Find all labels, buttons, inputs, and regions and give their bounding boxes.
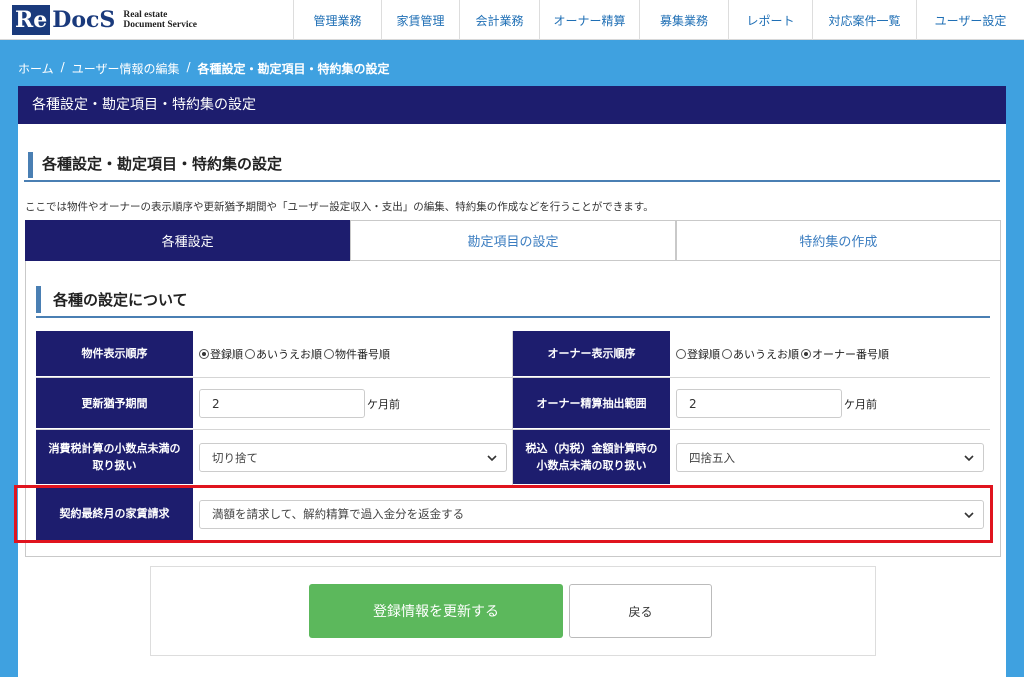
radio-dot[interactable] [245, 349, 255, 359]
tab-accounts[interactable]: 勘定項目の設定 [350, 220, 676, 261]
section-title-text: 各種設定・勘定項目・特約集の設定 [42, 155, 283, 173]
logo-tagline: Real estate Document Service [123, 10, 197, 30]
owner-extract-input[interactable]: 2 [676, 389, 842, 418]
radio-dot[interactable] [199, 349, 209, 359]
final-month-select[interactable]: 満額を請求して、解約精算で過入金分を返金する [199, 499, 984, 529]
chevron-down-icon [487, 455, 497, 462]
chevron-down-icon [964, 455, 974, 462]
final-month-label: 契約最終月の家賃請求 [36, 486, 193, 542]
tax-decimal-cell: 切り捨て [193, 430, 513, 485]
tab-body: 各種の設定について 物件表示順序 登録順 あいうえお順 物件番号順 オーナー表示… [25, 261, 1001, 557]
property-order-label: 物件表示順序 [36, 331, 193, 377]
radio-label: オーナー番号順 [812, 348, 889, 361]
radio-property-number[interactable]: 物件番号順 [324, 346, 390, 362]
nav-management[interactable]: 管理業務 [293, 0, 381, 40]
inclusive-decimal-label-1: 税込（内税）金額計算時の [525, 442, 658, 455]
final-month-value: 満額を請求して、解約精算で過入金分を返金する [212, 507, 465, 521]
nav-owner-settlement[interactable]: オーナー精算 [539, 0, 639, 40]
owner-extract-unit: ケ月前 [844, 397, 877, 411]
nav-report[interactable]: レポート [728, 0, 812, 40]
logo-re: Re [12, 5, 51, 35]
inclusive-decimal-value: 四捨五入 [689, 450, 735, 465]
section-description: ここでは物件やオーナーの表示順序や更新猶予期間や「ユーザー設定収入・支出」の編集… [25, 201, 654, 213]
nav-rent[interactable]: 家賃管理 [381, 0, 459, 40]
radio-owner-number[interactable]: オーナー番号順 [801, 346, 889, 362]
update-button[interactable]: 登録情報を更新する [309, 584, 563, 638]
section-title: 各種設定・勘定項目・特約集の設定 [24, 147, 1000, 182]
tax-decimal-label-2: 取り扱い [92, 459, 137, 472]
settings-subtitle: 各種の設定について [36, 283, 990, 318]
inclusive-decimal-label: 税込（内税）金額計算時の 小数点未満の取り扱い [513, 430, 670, 485]
radio-property-registration[interactable]: 登録順 [199, 346, 243, 362]
breadcrumb: ホーム / ユーザー情報の編集 / 各種設定・勘定項目・特約集の設定 [18, 60, 390, 77]
radio-dot[interactable] [801, 349, 811, 359]
logo-mark: Re DocS [12, 5, 115, 35]
logo-docs: DocS [52, 7, 116, 33]
tab-special-clauses[interactable]: 特約集の作成 [675, 220, 1001, 261]
breadcrumb-parent[interactable]: ユーザー情報の編集 [72, 60, 180, 77]
tax-decimal-label: 消費税計算の小数点未満の 取り扱い [36, 430, 193, 485]
radio-property-aiueo[interactable]: あいうえお順 [245, 346, 322, 362]
nav-recruitment[interactable]: 募集業務 [639, 0, 728, 40]
radio-owner-registration[interactable]: 登録順 [676, 346, 720, 362]
subtitle-bar [36, 286, 41, 313]
radio-dot[interactable] [722, 349, 732, 359]
chevron-down-icon [964, 511, 974, 518]
button-area: 登録情報を更新する 戻る [150, 566, 876, 656]
renewal-grace-input[interactable]: 2 [199, 389, 365, 418]
owner-order-label: オーナー表示順序 [513, 331, 670, 377]
property-order-options: 登録順 あいうえお順 物件番号順 [193, 331, 513, 377]
owner-extract-label: オーナー精算抽出範囲 [513, 378, 670, 429]
renewal-grace-cell: 2 ケ月前 [193, 378, 513, 429]
subtitle-text: 各種の設定について [53, 291, 188, 309]
settings-row: 物件表示順序 登録順 あいうえお順 物件番号順 オーナー表示順序 登録順 あいう… [36, 331, 990, 378]
top-header: Re DocS Real estate Document Service 管理業… [0, 0, 1024, 40]
breadcrumb-sep: / [186, 60, 191, 74]
radio-dot[interactable] [676, 349, 686, 359]
radio-label: 登録順 [210, 348, 243, 361]
radio-label: 登録順 [687, 348, 720, 361]
main-nav: 管理業務 家賃管理 会計業務 オーナー精算 募集業務 レポート 対応案件一覧 ユ… [293, 0, 1024, 40]
inclusive-decimal-cell: 四捨五入 [670, 430, 990, 485]
breadcrumb-current: 各種設定・勘定項目・特約集の設定 [197, 62, 390, 76]
tax-decimal-select[interactable]: 切り捨て [199, 443, 507, 472]
settings-row: 更新猶予期間 2 ケ月前 オーナー精算抽出範囲 2 ケ月前 [36, 378, 990, 430]
inclusive-decimal-select[interactable]: 四捨五入 [676, 443, 984, 472]
nav-accounting[interactable]: 会計業務 [459, 0, 539, 40]
breadcrumb-home[interactable]: ホーム [18, 60, 54, 77]
final-month-cell: 満額を請求して、解約精算で過入金分を返金する [193, 486, 990, 542]
tax-decimal-label-1: 消費税計算の小数点未満の [48, 442, 181, 455]
renewal-grace-label: 更新猶予期間 [36, 378, 193, 429]
radio-label: あいうえお順 [733, 348, 799, 361]
owner-order-options: 登録順 あいうえお順 オーナー番号順 [670, 331, 990, 377]
tax-decimal-value: 切り捨て [212, 450, 258, 465]
tab-bar: 各種設定 勘定項目の設定 特約集の作成 [25, 220, 1001, 261]
logo[interactable]: Re DocS Real estate Document Service [12, 5, 197, 35]
renewal-grace-unit: ケ月前 [367, 397, 400, 411]
panel-header: 各種設定・勘定項目・特約集の設定 [18, 86, 1006, 124]
inclusive-decimal-label-2: 小数点未満の取り扱い [536, 459, 647, 472]
tab-settings[interactable]: 各種設定 [25, 220, 351, 261]
settings-row: 消費税計算の小数点未満の 取り扱い 切り捨て 税込（内税）金額計算時の 小数点未… [36, 430, 990, 486]
back-button[interactable]: 戻る [569, 584, 712, 638]
radio-label: 物件番号順 [335, 348, 390, 361]
nav-cases[interactable]: 対応案件一覧 [812, 0, 916, 40]
logo-tagline-1: Real estate [123, 10, 168, 20]
radio-owner-aiueo[interactable]: あいうえお順 [722, 346, 799, 362]
settings-row: 契約最終月の家賃請求 満額を請求して、解約精算で過入金分を返金する [36, 486, 990, 542]
radio-dot[interactable] [324, 349, 334, 359]
radio-label: あいうえお順 [256, 348, 322, 361]
owner-extract-cell: 2 ケ月前 [670, 378, 990, 429]
breadcrumb-sep: / [60, 60, 65, 74]
logo-tagline-2: Document Service [123, 20, 197, 30]
section-title-bar [28, 152, 33, 178]
nav-user-settings[interactable]: ユーザー設定 [916, 0, 1024, 40]
